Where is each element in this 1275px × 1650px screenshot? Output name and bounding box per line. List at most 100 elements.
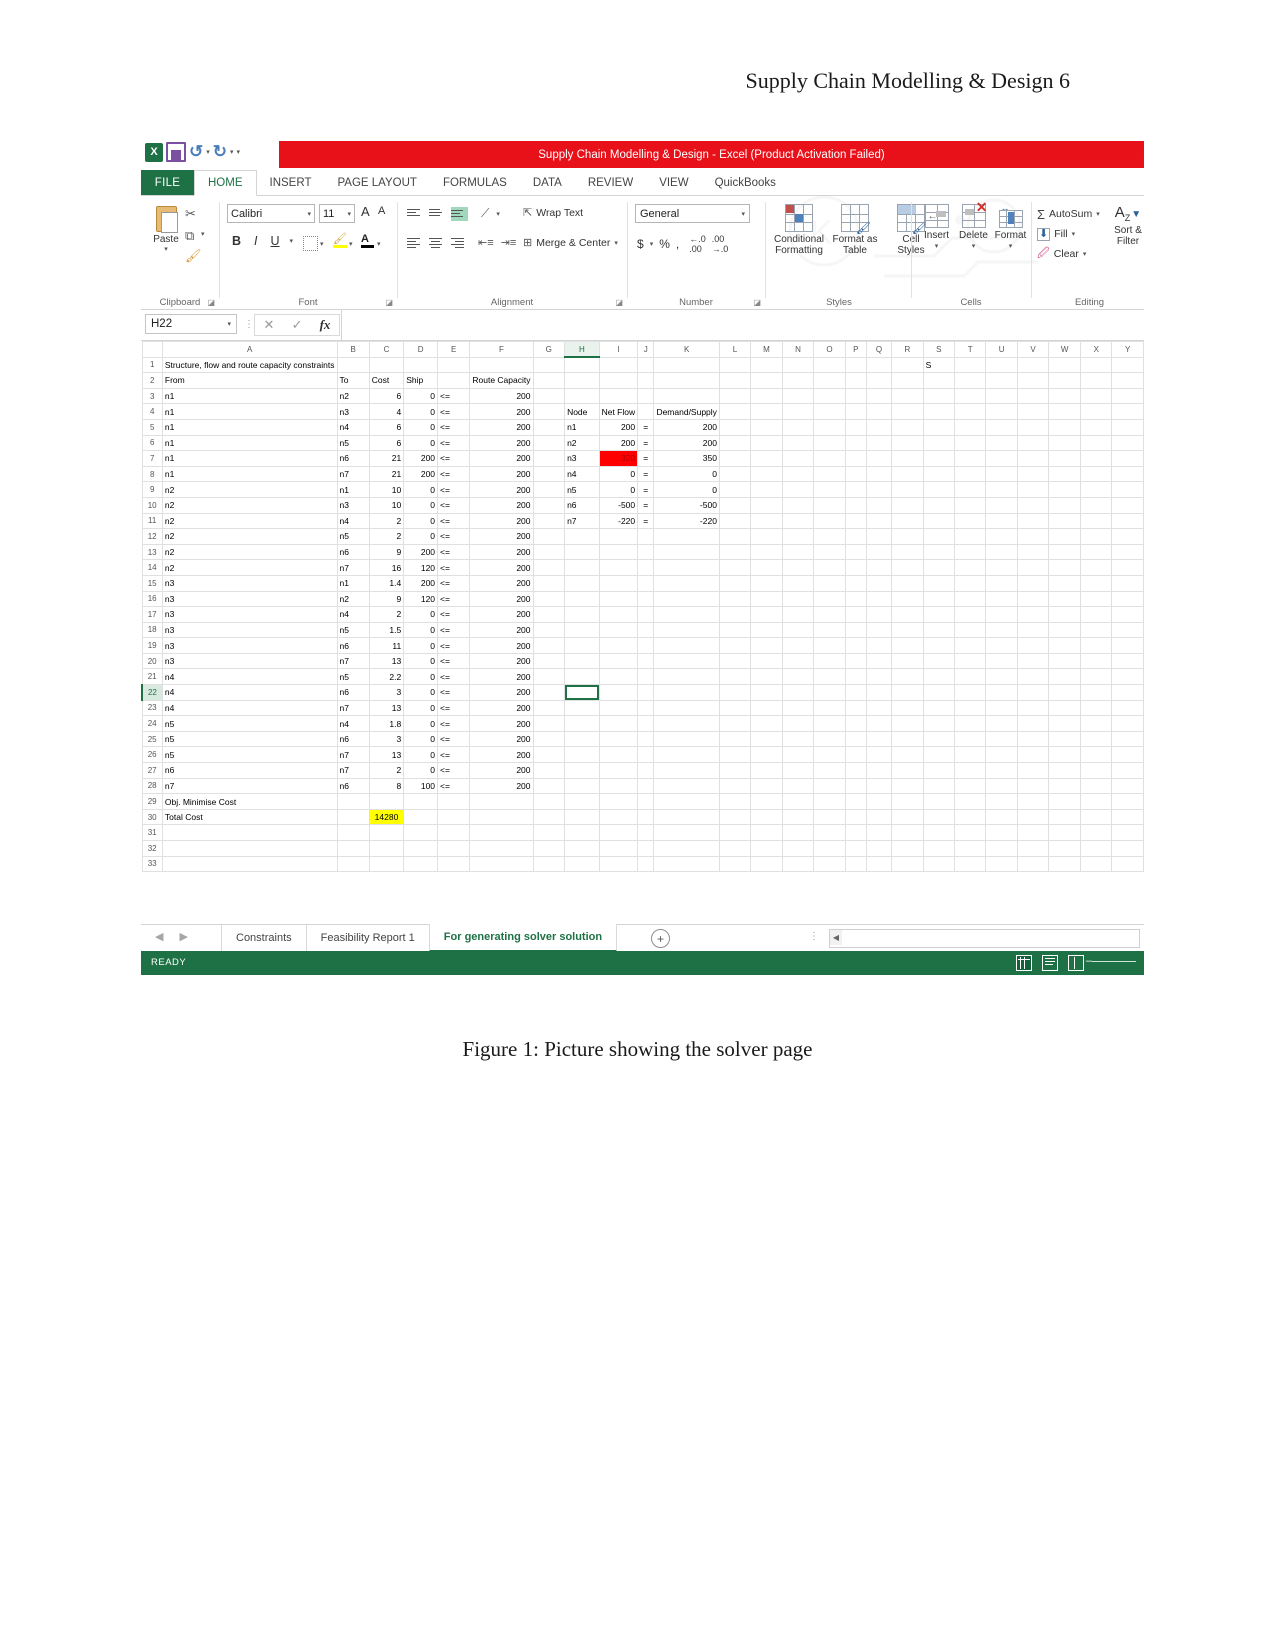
column-header-S[interactable]: S [922,341,956,358]
cell-K6[interactable]: 200 [653,434,720,452]
cell-B4[interactable]: n3 [336,403,370,420]
cell-U17[interactable] [985,606,1018,623]
cell-L2[interactable] [718,372,752,389]
cell-S7[interactable] [922,450,956,467]
cell-U8[interactable] [985,465,1018,483]
cell-M25[interactable] [750,730,783,748]
cell-P22[interactable] [844,684,867,701]
cell-B24[interactable]: n4 [336,715,370,732]
cell-A26[interactable]: n5 [161,746,338,764]
cell-H18[interactable] [564,621,600,639]
cell-G6[interactable] [532,434,566,452]
cell-X6[interactable] [1080,434,1113,452]
cell-Q13[interactable] [865,543,893,561]
cell-K28[interactable] [653,777,720,795]
cell-A2[interactable]: From [161,372,338,389]
cell-E30[interactable] [437,808,471,826]
cell-F15[interactable]: 200 [469,574,534,592]
cell-D33[interactable] [403,855,439,873]
cell-S14[interactable] [922,559,956,576]
cell-M7[interactable] [750,450,783,467]
cell-M22[interactable] [750,684,783,701]
cell-I22[interactable] [598,684,639,701]
cell-S31[interactable] [922,824,956,841]
borders-icon[interactable] [303,236,318,251]
cell-U22[interactable] [985,684,1018,701]
cell-K26[interactable] [653,746,720,764]
cell-K7[interactable]: 350 [653,450,720,467]
cell-F20[interactable]: 200 [469,652,534,670]
cell-A14[interactable]: n2 [161,559,338,576]
fill-color-dropdown-icon[interactable]: ▾ [349,240,353,248]
increase-font-size-button[interactable]: A [361,204,370,219]
cell-D31[interactable] [403,824,439,841]
cell-C3[interactable]: 6 [368,387,405,405]
cell-V24[interactable] [1016,715,1050,732]
tab-view[interactable]: VIEW [646,170,701,195]
cell-F22[interactable]: 200 [469,684,534,701]
cell-O11[interactable] [813,512,846,530]
cell-N27[interactable] [781,762,815,779]
table-row[interactable]: 11 n2 n4 2 0 <= 200 n7 -220 = -220 [141,512,1144,530]
cell-A3[interactable]: n1 [161,387,338,405]
cell-Y3[interactable] [1111,387,1144,405]
cell-S20[interactable] [922,652,956,670]
tab-insert[interactable]: INSERT [257,170,325,195]
row-header-12[interactable]: 12 [141,528,163,545]
cell-C15[interactable]: 1.4 [368,574,405,592]
cell-U31[interactable] [985,824,1018,841]
cell-W20[interactable] [1048,652,1082,670]
cell-R25[interactable] [891,730,924,748]
cell-Y14[interactable] [1111,559,1144,576]
cell-V16[interactable] [1016,590,1050,608]
cell-C26[interactable]: 13 [368,746,405,764]
cell-Y13[interactable] [1111,543,1144,561]
cell-J5[interactable]: = [637,418,655,436]
sheet-tab-constraints[interactable]: Constraints [221,925,306,951]
cell-C14[interactable]: 16 [368,559,405,576]
cell-S32[interactable] [922,840,956,857]
cell-T9[interactable] [954,481,987,498]
sheet-table[interactable]: A B C D E F G H I J K L M N O P Q R S T U V W X Y 1 Structure, flo… [141,341,1144,873]
cell-O14[interactable] [813,559,846,576]
select-all-corner[interactable] [141,341,163,358]
cell-G32[interactable] [532,840,566,857]
cell-B32[interactable] [336,840,370,857]
cell-N20[interactable] [781,652,815,670]
row-header-13[interactable]: 13 [141,543,163,561]
cell-P3[interactable] [844,387,867,405]
cell-C7[interactable]: 21 [368,450,405,467]
row-header-21[interactable]: 21 [141,668,163,686]
cell-X7[interactable] [1080,450,1113,467]
row-header-25[interactable]: 25 [141,730,163,748]
cell-M17[interactable] [750,606,783,623]
cell-G24[interactable] [532,715,566,732]
cell-L10[interactable] [718,496,752,514]
column-header-N[interactable]: N [781,341,815,358]
customize-qat-icon[interactable]: ▾ [237,148,241,156]
cell-Y11[interactable] [1111,512,1144,530]
font-color-dropdown-icon[interactable]: ▾ [377,240,381,248]
cell-C1[interactable] [368,356,405,374]
cell-C25[interactable]: 3 [368,730,405,748]
spreadsheet-grid[interactable]: A B C D E F G H I J K L M N O P Q R S T U V W X Y 1 Structure, flo… [141,341,1144,924]
cell-T23[interactable] [954,699,987,717]
cut-icon[interactable]: ✂ [185,206,196,222]
cell-G18[interactable] [532,621,566,639]
cell-I26[interactable] [598,746,639,764]
cell-K17[interactable] [653,606,720,623]
cell-E31[interactable] [437,824,471,841]
cell-B14[interactable]: n7 [336,559,370,576]
cell-V12[interactable] [1016,528,1050,545]
cell-I4[interactable]: Net Flow [598,403,639,420]
row-header-3[interactable]: 3 [141,387,163,405]
cell-W9[interactable] [1048,481,1082,498]
cell-G9[interactable] [532,481,566,498]
column-header-R[interactable]: R [891,341,924,358]
cell-N2[interactable] [781,372,815,389]
cell-K31[interactable] [653,824,720,841]
cell-C29[interactable] [368,793,405,810]
cell-T11[interactable] [954,512,987,530]
cell-X3[interactable] [1080,387,1113,405]
cell-V23[interactable] [1016,699,1050,717]
